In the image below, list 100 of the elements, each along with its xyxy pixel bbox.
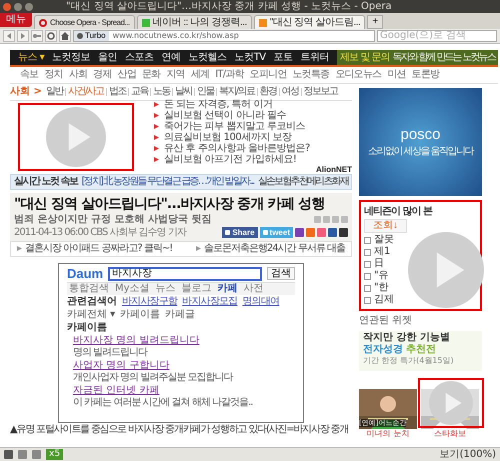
category-link[interactable]: 속보 — [20, 69, 38, 81]
nav-link[interactable]: 노컷정보 — [52, 52, 90, 64]
section-link[interactable]: 환경 — [260, 86, 277, 98]
search-category[interactable]: My소셜 — [115, 283, 150, 296]
search-category[interactable]: 뉴스 — [156, 283, 176, 296]
nav-link[interactable]: 트위터 — [300, 52, 330, 64]
related-link[interactable]: 명의대여 — [242, 296, 280, 308]
category-link[interactable]: 오피니언 — [250, 69, 286, 81]
result-title[interactable]: 자금된 인터넷 카페 — [73, 385, 160, 398]
filter-link[interactable]: 카페글 — [165, 309, 196, 322]
nav-link[interactable]: 노컷헬스 — [188, 52, 227, 64]
section-link[interactable]: 일반 — [46, 86, 63, 98]
play-icon[interactable] — [408, 232, 484, 308]
key-button[interactable] — [31, 30, 43, 42]
section-link[interactable]: 사건/사고 — [68, 86, 104, 98]
ad-banner[interactable]: posco 소리없이 세상을 움직입니다 — [359, 88, 482, 196]
minimize-icon[interactable] — [14, 2, 22, 10]
promo-link[interactable]: 의료실비보험 100세까지 보장 — [154, 132, 352, 144]
ranking-link[interactable]: 제1 — [364, 246, 390, 258]
browser-tab[interactable]: "대신 징역 살아드림... — [254, 15, 366, 29]
related-link[interactable]: 바지사장구함 — [122, 296, 178, 308]
nav-link[interactable]: 올인 — [98, 52, 118, 64]
category-link[interactable]: 노컷특종 — [292, 69, 330, 81]
result-title[interactable]: 사업자 명의 구합니다 — [73, 360, 170, 372]
ranking-tab[interactable]: 조회↓ — [364, 219, 407, 233]
promo-link[interactable]: 돈 되는 자격증, 특허 이거 — [154, 99, 352, 110]
maximize-icon[interactable] — [25, 2, 33, 10]
section-link[interactable]: 날씨 — [174, 86, 192, 98]
search-category[interactable]: 사전 — [244, 283, 264, 296]
close-icon[interactable] — [3, 2, 11, 10]
category-link[interactable]: IT/과학 — [215, 69, 244, 81]
reload-button[interactable] — [45, 30, 57, 42]
turbo-button[interactable]: Turbo — [74, 31, 109, 41]
category-link[interactable]: 산업 — [118, 69, 136, 81]
search-category[interactable]: 통합검색 — [69, 283, 109, 296]
home-button[interactable] — [59, 30, 71, 42]
share-button[interactable]: Share — [222, 227, 258, 238]
section-link[interactable]: 인물 — [196, 86, 214, 98]
ranking-link[interactable]: "한 — [364, 282, 389, 294]
category-link[interactable]: 오디오뉴스 — [335, 69, 382, 81]
ranking-link[interactable]: 잘못 — [364, 234, 394, 246]
nav-link[interactable]: 뉴스 ▾ — [18, 52, 44, 64]
zoom-level[interactable]: 보기(100%) — [440, 448, 496, 460]
section-link[interactable]: 여성 — [282, 86, 299, 98]
ad-link[interactable]: 실손보험추천메리츠화재 — [258, 176, 348, 188]
photo-link[interactable]: 스타화보 — [434, 429, 466, 439]
window-title: "대신 징역 살아드립니다"…바지사장 중개 카페 성행 - 노컷뉴스 - Opera — [66, 0, 392, 13]
address-field[interactable]: Turbo www.nocutnews.co.kr/show.asp — [73, 30, 375, 42]
breaking-link[interactable]: [정치] 北 농장원들 무단결근 급증…'개인 밭일자... — [81, 176, 254, 188]
new-tab-button[interactable]: + — [367, 15, 384, 29]
section-link[interactable]: 복지/의료 — [218, 86, 255, 98]
browser-tab[interactable]: 네이버 :: 나의 경쟁력... — [136, 15, 252, 29]
status-badge[interactable]: x5 — [46, 449, 64, 460]
nav-link[interactable]: 스포츠 — [125, 52, 154, 64]
search-button[interactable]: 검색 — [267, 267, 295, 280]
promo-link[interactable]: 실비보험 아프기전 가입하세요! — [154, 154, 352, 166]
category-link[interactable]: 정치 — [44, 69, 63, 81]
back-button[interactable] — [3, 30, 15, 42]
forward-arrow-icon — [19, 32, 27, 40]
related-link[interactable]: 바지사장모집 — [182, 296, 238, 308]
section-link[interactable]: 정보보고 — [304, 86, 338, 98]
ranking-link[interactable]: "유 — [364, 270, 389, 282]
category-link[interactable]: 세계 — [190, 69, 210, 81]
filter-link[interactable]: 카페이름 — [120, 309, 160, 322]
promo-link[interactable]: 실비보험 선택이 아니라 필수 — [154, 110, 352, 122]
search-field[interactable]: Google(으)로 검색 — [377, 30, 497, 42]
section-link[interactable]: 법조 — [108, 86, 126, 98]
category-link[interactable]: 지역 — [166, 69, 185, 81]
category-link[interactable]: 사회 — [68, 69, 88, 81]
browser-tab[interactable]: Choose Opera - Spread... — [34, 15, 135, 29]
category-link[interactable]: 미션 — [387, 69, 406, 81]
promo-link[interactable]: 유산 후 주의사항과 올바른방법은? — [154, 143, 352, 154]
play-icon[interactable] — [46, 107, 106, 167]
ad-title: 추천전 — [406, 344, 436, 356]
forward-button[interactable] — [17, 30, 29, 42]
result-title[interactable]: 바지사장 명의 빌려드립니다 — [73, 335, 200, 348]
play-icon[interactable] — [429, 381, 473, 425]
photo-link[interactable]: 미녀의 눈치 — [366, 429, 410, 439]
ad-link[interactable]: 솔로몬저축은행24시간 무서류 대출 — [196, 242, 345, 255]
bullet-icon — [17, 246, 22, 252]
filter-link[interactable]: 카페전체 ▾ — [67, 309, 116, 322]
banner[interactable]: 제보 및 문의 독자와 함께 만드는 노컷뉴스 — [337, 50, 498, 65]
nav-link[interactable]: 노컷TV — [234, 52, 266, 64]
category-link[interactable]: 문화 — [142, 69, 160, 81]
ad-link[interactable]: 결혼시장 아이패드 공짜라고? 클릭~! — [17, 242, 172, 255]
ranking-link[interactable]: 김제 — [364, 294, 394, 306]
category-link[interactable]: 토론방 — [412, 69, 440, 81]
search-category[interactable]: 카페 — [218, 283, 238, 296]
category-link[interactable]: 경제 — [93, 69, 112, 81]
nav-link[interactable]: 포토 — [274, 52, 293, 64]
menu-button[interactable]: 메뉴 — [0, 13, 32, 27]
search-category[interactable]: 블로그 — [182, 283, 212, 296]
section-link[interactable]: 교육 — [130, 86, 148, 98]
bullet-icon — [154, 102, 159, 108]
ranking-link[interactable]: 日 — [364, 258, 384, 270]
promo-link[interactable]: 죽어가는 피부 뽑지말고 루코비스 — [154, 121, 352, 132]
section-link[interactable]: 노동 — [152, 86, 170, 98]
query-field[interactable]: 바지사장 — [108, 266, 262, 281]
nav-link[interactable]: 연예 — [162, 52, 181, 64]
ad-banner[interactable]: 작지만 강한 기능별 전자성경 추천전 기간 한정 특가(4월15일) — [359, 331, 482, 371]
